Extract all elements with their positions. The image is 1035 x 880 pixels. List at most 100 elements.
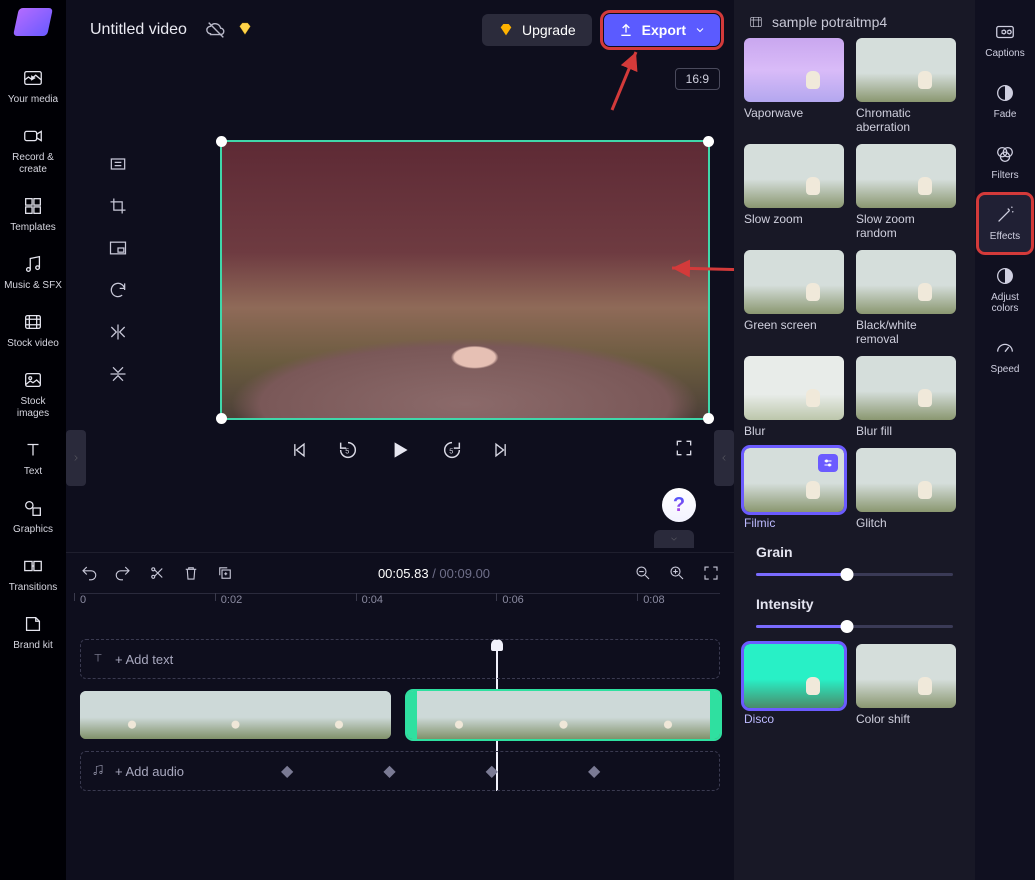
- nav-graphics[interactable]: Graphics: [3, 488, 63, 546]
- video-clip-1[interactable]: [80, 691, 391, 739]
- duplicate-icon[interactable]: [216, 564, 234, 582]
- cloud-off-icon[interactable]: [205, 19, 227, 41]
- nav-stock-images[interactable]: Stock images: [3, 360, 63, 430]
- prop-effects[interactable]: Effects: [979, 195, 1031, 252]
- nav-brand-kit[interactable]: Brand kit: [3, 604, 63, 662]
- crop-icon[interactable]: [106, 194, 130, 218]
- nav-label: Your media: [8, 94, 58, 106]
- prop-filters[interactable]: Filters: [979, 134, 1031, 191]
- prop-fade[interactable]: Fade: [979, 73, 1031, 130]
- nav-music-sfx[interactable]: Music & SFX: [3, 244, 63, 302]
- pip-icon[interactable]: [106, 236, 130, 260]
- effect-label: Color shift: [856, 712, 956, 726]
- effect-slowzoom-r[interactable]: Slow zoom random: [856, 144, 956, 240]
- image-icon: [21, 368, 45, 392]
- upgrade-button[interactable]: Upgrade: [482, 14, 592, 46]
- effect-disco[interactable]: Disco: [744, 644, 844, 726]
- intensity-slider[interactable]: [756, 618, 953, 634]
- prop-captions[interactable]: Captions: [979, 12, 1031, 69]
- effect-glitch[interactable]: Glitch: [856, 448, 956, 530]
- grain-slider-block: Grain: [744, 540, 965, 592]
- nav-stock-video[interactable]: Stock video: [3, 302, 63, 360]
- fullscreen-icon[interactable]: [674, 438, 694, 463]
- effect-label: Green screen: [744, 318, 844, 332]
- effect-vaporwave[interactable]: Vaporwave: [744, 38, 844, 134]
- effect-settings-icon[interactable]: [818, 454, 838, 472]
- film-icon: [21, 310, 45, 334]
- camera-icon: [21, 124, 45, 148]
- magic-wand-icon: [993, 203, 1017, 227]
- canvas-selection[interactable]: [220, 140, 710, 420]
- video-clip-2-selected[interactable]: [407, 691, 720, 739]
- effect-thumb: [744, 144, 844, 208]
- effect-blur[interactable]: Blur: [744, 356, 844, 438]
- forward-5-icon[interactable]: 5: [441, 439, 463, 466]
- top-bar: Untitled video Upgrade Export: [66, 0, 734, 60]
- effect-chromatic[interactable]: Chromatic aberration: [856, 38, 956, 134]
- panel-clip-header: sample potraitmp4: [734, 0, 975, 38]
- playback-controls: 5 5: [66, 432, 734, 472]
- play-button[interactable]: [387, 437, 413, 468]
- project-title[interactable]: Untitled video: [90, 21, 187, 39]
- skip-start-icon[interactable]: [289, 440, 309, 465]
- split-icon[interactable]: [148, 564, 166, 582]
- export-button[interactable]: Export: [604, 14, 720, 46]
- prop-label: Speed: [991, 364, 1020, 375]
- captions-icon: [993, 20, 1017, 44]
- effect-filmic[interactable]: Filmic: [744, 448, 844, 530]
- help-button[interactable]: ?: [662, 488, 696, 522]
- text-track[interactable]: + Add text: [80, 639, 720, 679]
- nav-text[interactable]: Text: [3, 430, 63, 488]
- canvas-tool-column: [106, 152, 130, 386]
- zoom-out-icon[interactable]: [634, 564, 652, 582]
- effect-thumb: [744, 644, 844, 708]
- grain-slider[interactable]: [756, 566, 953, 582]
- resize-handle-br[interactable]: [703, 413, 714, 424]
- effect-slowzoom[interactable]: Slow zoom: [744, 144, 844, 240]
- filters-icon: [993, 142, 1017, 166]
- aspect-ratio-button[interactable]: 16:9: [675, 68, 720, 90]
- flip-h-icon[interactable]: [106, 320, 130, 344]
- video-track[interactable]: [80, 691, 720, 739]
- effect-thumb: [744, 38, 844, 102]
- nav-record-create[interactable]: Record & create: [3, 116, 63, 186]
- nav-your-media[interactable]: Your media: [3, 58, 63, 116]
- rotate-icon[interactable]: [106, 278, 130, 302]
- current-time: 00:05.83: [378, 566, 429, 581]
- redo-icon[interactable]: [114, 564, 132, 582]
- fade-icon: [993, 81, 1017, 105]
- timeline-collapse-toggle[interactable]: [654, 530, 694, 548]
- timeline-timecode: 00:05.83 / 00:09.00: [250, 566, 618, 581]
- resize-handle-tr[interactable]: [703, 136, 714, 147]
- undo-icon[interactable]: [80, 564, 98, 582]
- zoom-fit-icon[interactable]: [702, 564, 720, 582]
- rewind-5-icon[interactable]: 5: [337, 439, 359, 466]
- zoom-in-icon[interactable]: [668, 564, 686, 582]
- prop-label: Fade: [994, 109, 1017, 120]
- prop-adjust-colors[interactable]: Adjust colors: [979, 256, 1031, 324]
- prop-speed[interactable]: Speed: [979, 328, 1031, 385]
- effect-blurfill[interactable]: Blur fill: [856, 356, 956, 438]
- ruler-tick: 0:04: [362, 594, 383, 606]
- nav-transitions[interactable]: Transitions: [3, 546, 63, 604]
- timeline-ruler[interactable]: 00:020:040:060:08: [80, 593, 720, 619]
- flip-v-icon[interactable]: [106, 362, 130, 386]
- nav-templates[interactable]: Templates: [3, 186, 63, 244]
- effects-grid: VaporwaveChromatic aberrationSlow zoomSl…: [734, 38, 975, 726]
- resize-handle-bl[interactable]: [216, 413, 227, 424]
- effect-thumb: [744, 250, 844, 314]
- fit-icon[interactable]: [106, 152, 130, 176]
- timeline: 00:05.83 / 00:09.00 00:020:040:060:08 + …: [66, 552, 734, 880]
- delete-icon[interactable]: [182, 564, 200, 582]
- text-track-icon: [91, 651, 105, 668]
- prop-label: Adjust colors: [979, 292, 1031, 314]
- effect-colorshift[interactable]: Color shift: [856, 644, 956, 726]
- transitions-icon: [21, 554, 45, 578]
- skip-end-icon[interactable]: [491, 440, 511, 465]
- prop-label: Captions: [985, 48, 1024, 59]
- effect-greenscreen[interactable]: Green screen: [744, 250, 844, 346]
- audio-track[interactable]: + Add audio ◆◆◆◆: [80, 751, 720, 791]
- effect-bw-removal[interactable]: Black/white removal: [856, 250, 956, 346]
- resize-handle-tl[interactable]: [216, 136, 227, 147]
- prop-label: Effects: [990, 231, 1020, 242]
